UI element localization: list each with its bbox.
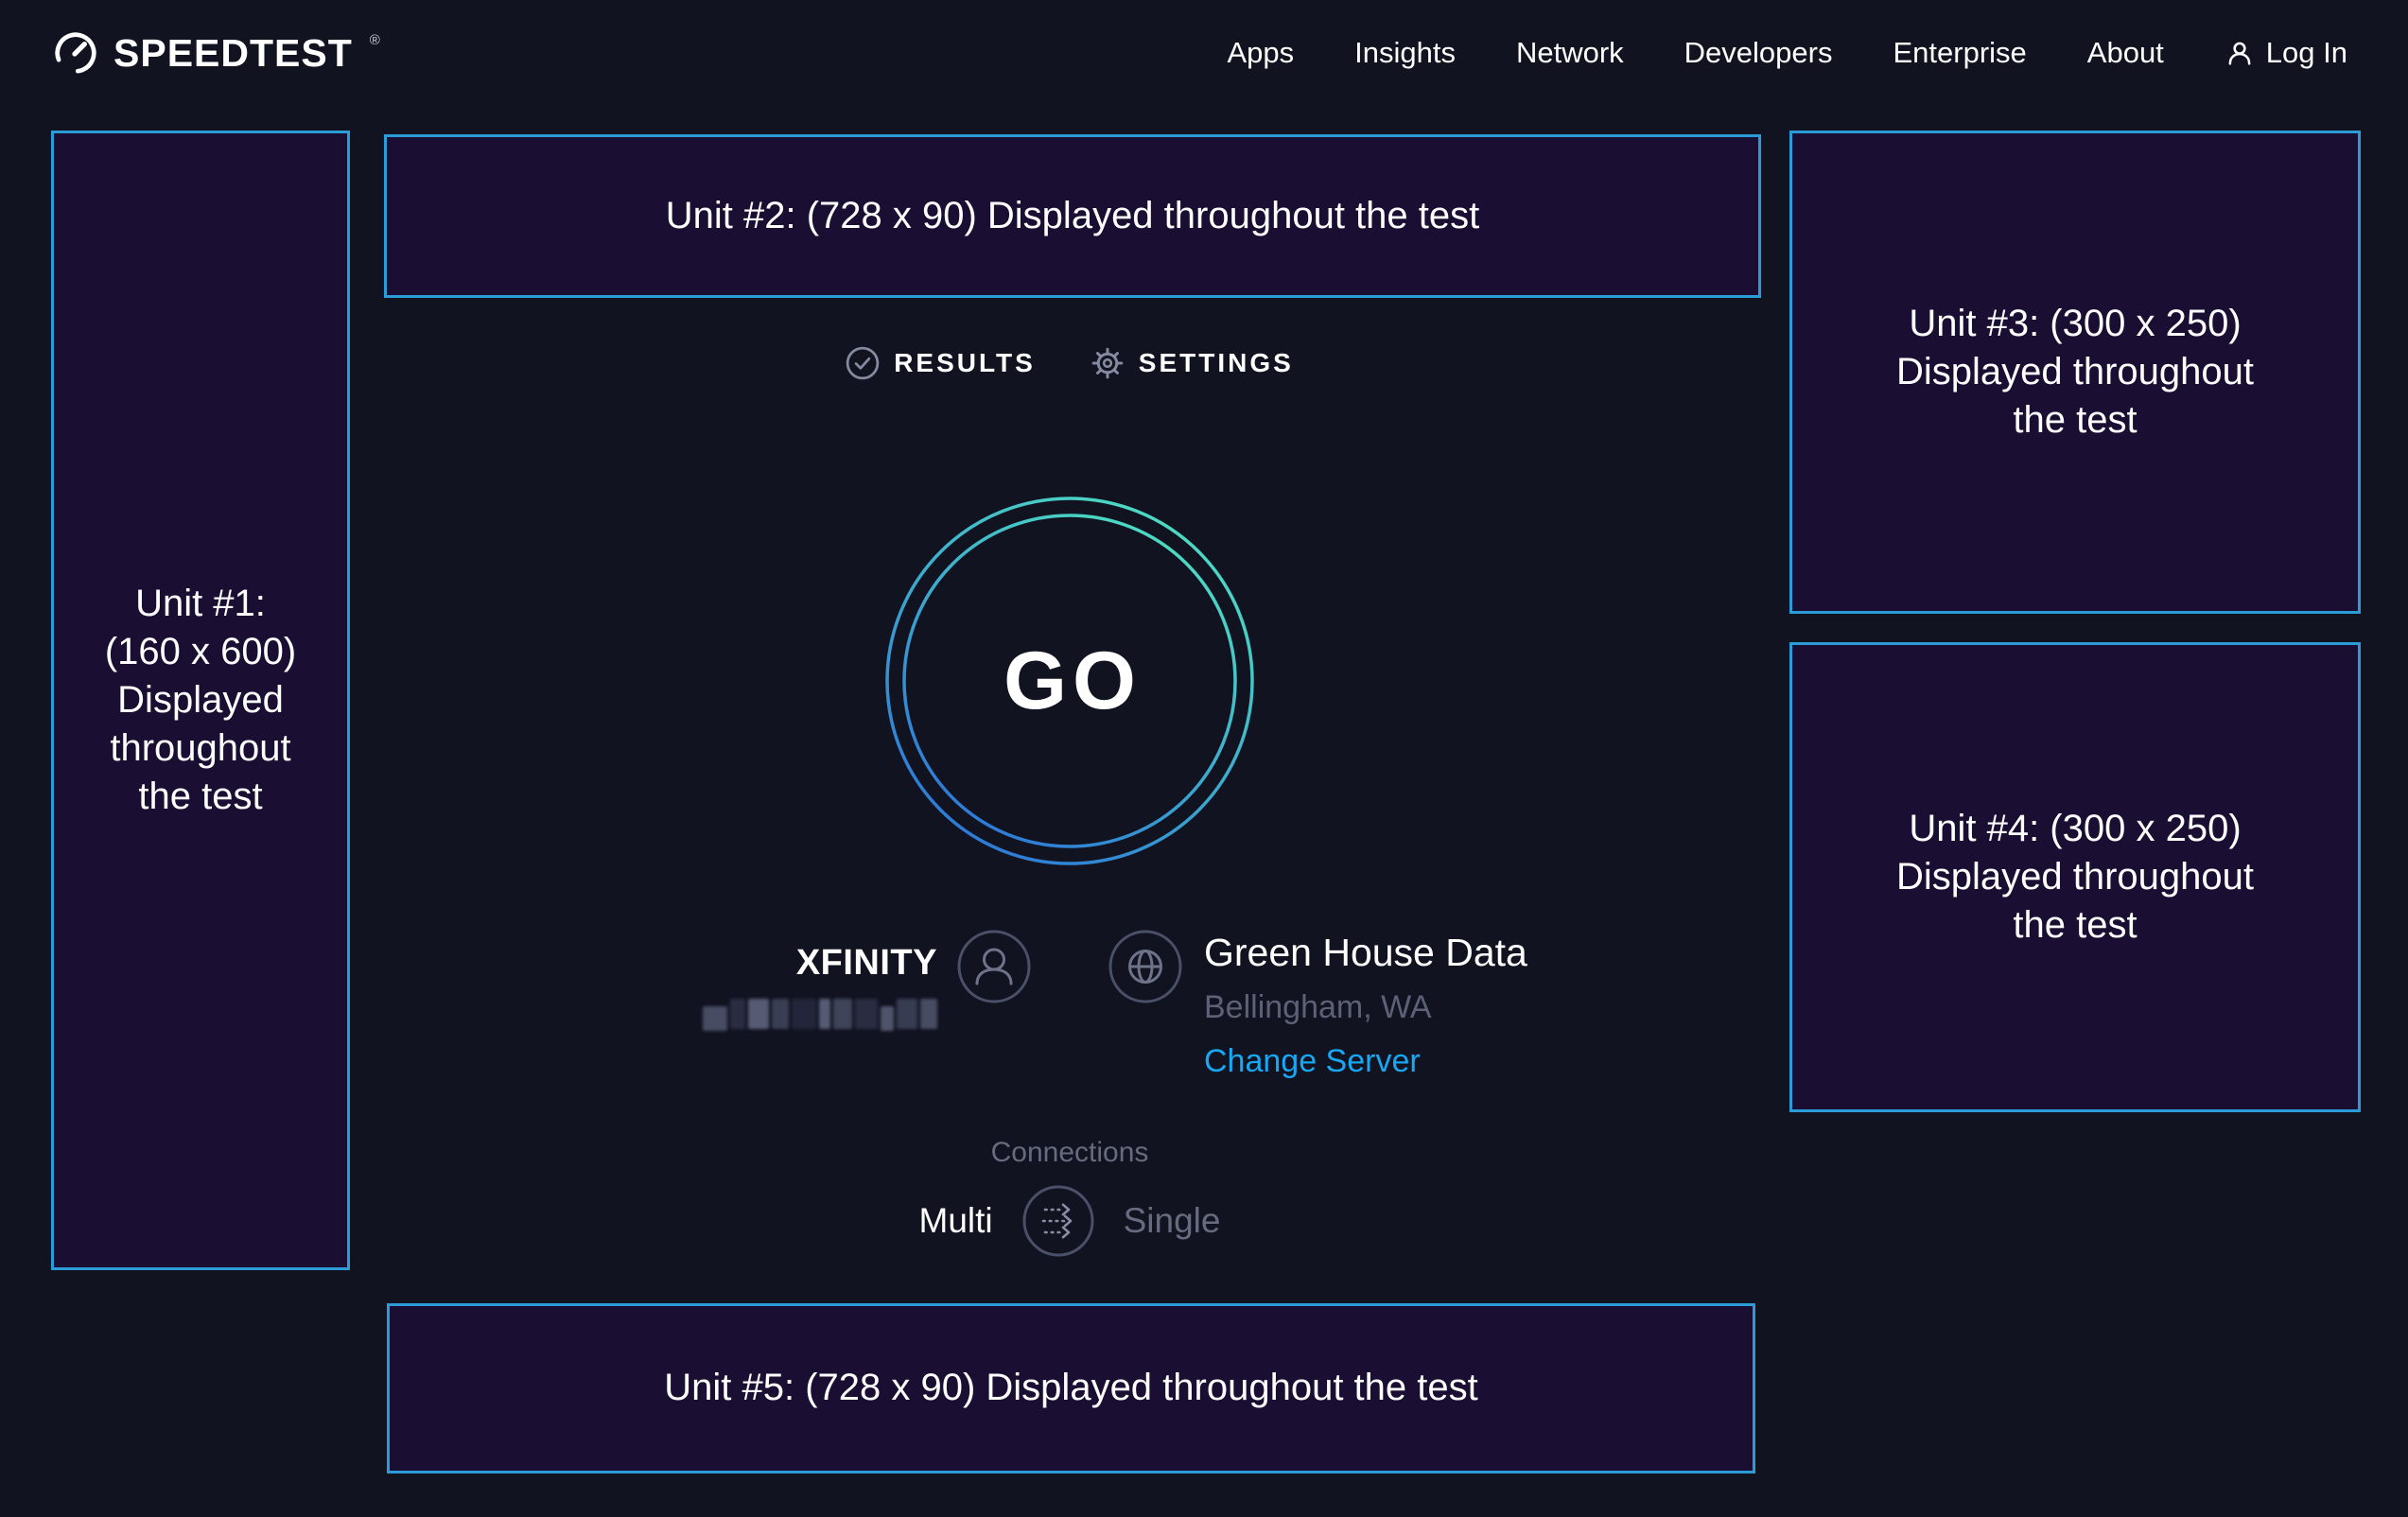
ad-unit-4[interactable]: Unit #4: (300 x 250) Displayed throughou… — [1789, 642, 2361, 1112]
main-nav: Apps Insights Network Developers Enterpr… — [1227, 36, 2347, 70]
check-circle-icon — [846, 346, 880, 380]
globe-icon — [1108, 929, 1183, 1004]
nav-item-about[interactable]: About — [2087, 36, 2164, 70]
go-button[interactable]: GO — [884, 496, 1255, 866]
tabs-row: RESULTS — [846, 344, 1294, 382]
nav-item-enterprise[interactable]: Enterprise — [1893, 36, 2026, 70]
tab-settings[interactable]: SETTINGS — [1091, 346, 1294, 380]
server-block: Green House Data Bellingham, WA Change S… — [1070, 929, 1789, 1080]
ad-unit-5[interactable]: Unit #5: (728 x 90) Displayed throughout… — [387, 1303, 1755, 1473]
gear-icon — [1091, 346, 1125, 380]
server-location: Bellingham, WA — [1204, 989, 1432, 1026]
go-button-label: GO — [884, 496, 1255, 866]
speedometer-gauge-icon — [53, 30, 98, 76]
ad-unit-5-text: Unit #5: (728 x 90) Displayed throughout… — [664, 1364, 1478, 1412]
logo-text: SPEEDTEST — [113, 31, 353, 76]
nav-item-developers[interactable]: Developers — [1684, 36, 1833, 70]
user-icon — [2225, 38, 2255, 68]
login-button[interactable]: Log In — [2225, 36, 2347, 70]
provider-server-row: XFINITY — [350, 929, 1789, 1080]
isp-name: XFINITY — [796, 942, 937, 984]
nav-item-insights[interactable]: Insights — [1354, 36, 1456, 70]
ad-unit-4-text: Unit #4: (300 x 250) Displayed throughou… — [1896, 805, 2254, 950]
speed-test-panel: RESULTS — [350, 106, 1789, 1258]
login-label: Log In — [2266, 36, 2347, 70]
connections-label: Connections — [991, 1137, 1149, 1169]
tab-results[interactable]: RESULTS — [846, 346, 1036, 380]
top-nav-bar: SPEEDTEST ® Apps Insights Network Develo… — [0, 0, 2408, 106]
ad-unit-3[interactable]: Unit #3: (300 x 250) Displayed throughou… — [1789, 131, 2361, 614]
connections-toggle-row: Multi Single — [919, 1184, 1221, 1258]
ad-unit-1-text: Unit #1: (160 x 600) Displayed throughou… — [105, 580, 296, 822]
server-name: Green House Data — [1204, 931, 1527, 974]
speedtest-logo[interactable]: SPEEDTEST ® — [53, 30, 378, 76]
ad-unit-3-text: Unit #3: (300 x 250) Displayed throughou… — [1896, 300, 2254, 445]
connections-toggle[interactable] — [1021, 1184, 1095, 1258]
change-server-link[interactable]: Change Server — [1204, 1043, 1421, 1080]
tab-results-label: RESULTS — [894, 348, 1036, 378]
tab-settings-label: SETTINGS — [1139, 348, 1294, 378]
isp-block: XFINITY — [350, 929, 1070, 1080]
connections-single-option[interactable]: Single — [1124, 1201, 1221, 1241]
nav-item-apps[interactable]: Apps — [1227, 36, 1294, 70]
logo-trademark: ® — [370, 32, 380, 48]
ad-unit-1[interactable]: Unit #1: (160 x 600) Displayed throughou… — [51, 131, 350, 1270]
avatar-icon — [956, 929, 1032, 1004]
connections-multi-option[interactable]: Multi — [919, 1201, 993, 1241]
nav-item-network[interactable]: Network — [1516, 36, 1624, 70]
ip-address-redacted — [703, 997, 937, 1031]
